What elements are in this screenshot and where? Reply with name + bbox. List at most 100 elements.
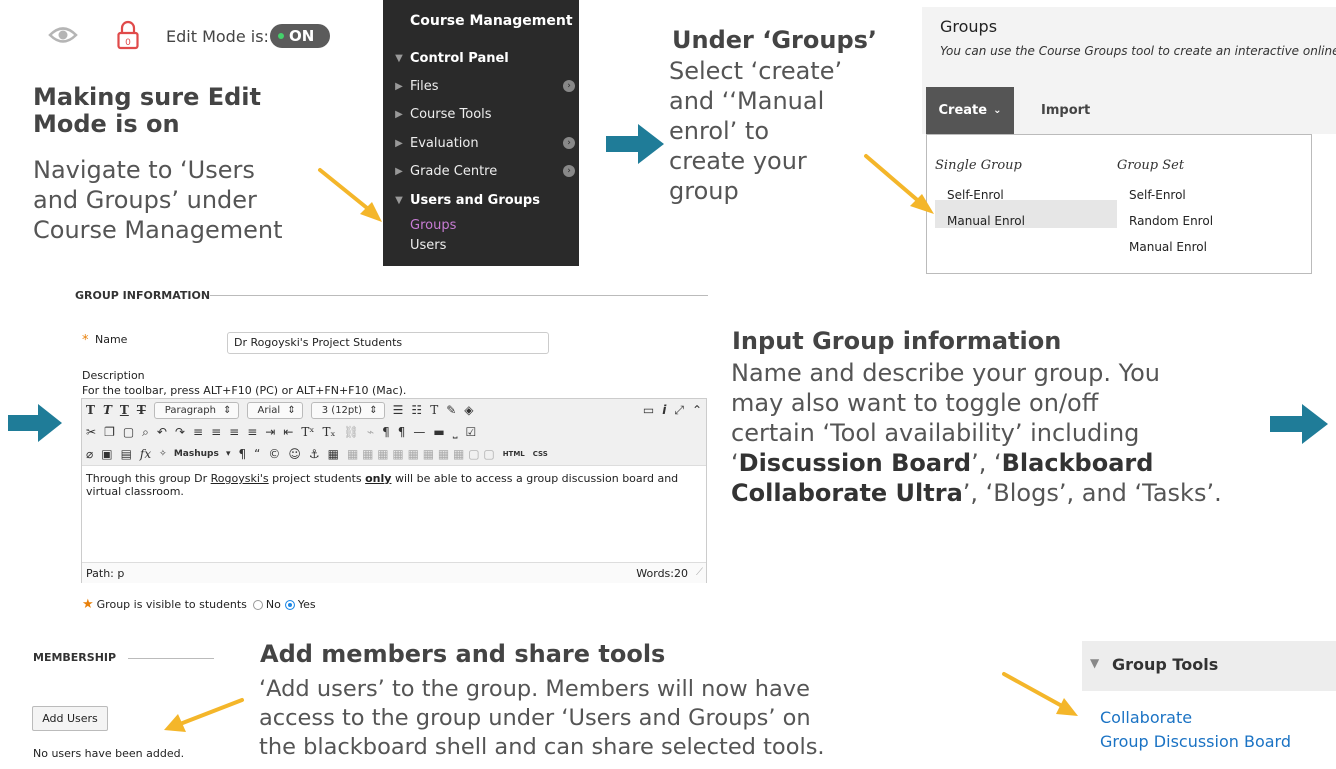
size-select[interactable]: 3 (12pt) ⇕ <box>310 401 385 419</box>
groups-header: Groups You can use the Course Groups too… <box>922 7 1336 87</box>
collaborate-link[interactable]: Collaborate <box>1100 708 1192 727</box>
edit-mode-toggle[interactable]: ON <box>270 24 330 48</box>
paragraph-select[interactable]: Paragraph ⇕ <box>153 401 239 419</box>
redo-icon[interactable]: ↷ <box>175 425 185 439</box>
editor-toolbar-row-2: ✂ ❐ ▢ ⌕ ↶ ↷ ≡ ≡ ≡ ≡ ⇥ ⇤ Tˣ Tₓ ⛓ ⌁ ¶ ¶ — … <box>82 421 706 444</box>
align-center-icon[interactable]: ≡ <box>211 425 221 439</box>
number-list-icon[interactable]: ☷ <box>411 403 422 417</box>
radio-yes[interactable] <box>284 599 295 610</box>
emoticon-icon[interactable]: ☺ <box>288 447 301 461</box>
attach-icon[interactable]: ⌀ <box>86 447 93 461</box>
eraser-icon[interactable]: ◈ <box>464 403 473 417</box>
nbsp-icon[interactable]: ⎵ <box>453 425 458 440</box>
edit-mode-body: Navigate to ‘Users and Groups’ under Cou… <box>33 156 283 244</box>
ltr-icon[interactable]: ¶ <box>382 425 390 439</box>
set-random-enrol[interactable]: Random Enrol <box>1129 214 1213 228</box>
input-body: Name and describe your group. You may al… <box>731 359 1222 507</box>
arrow-right-icon <box>8 404 62 442</box>
table-ops-icon[interactable]: ▦ ▦ ▦ ▦ ▦ ▦ ▦ ▦ ▢ ▢ <box>347 447 495 461</box>
lock-icon[interactable]: 0 <box>116 20 140 50</box>
quote-icon[interactable]: “ <box>254 447 260 461</box>
unlink-icon[interactable]: ⌁ <box>367 425 374 439</box>
name-input[interactable]: Dr Rogoyski's Project Students <box>227 332 549 354</box>
html-button[interactable]: HTML <box>503 450 525 458</box>
name-label: Name <box>95 333 128 346</box>
copy-icon[interactable]: ❐ <box>104 425 115 439</box>
bullet-list-icon[interactable]: ☰ <box>393 403 404 417</box>
formula-icon[interactable]: fx <box>140 447 151 461</box>
media-icon[interactable]: ▤ <box>121 447 132 461</box>
visibility-row: ★ Group is visible to students No Yes <box>82 597 316 612</box>
groups-description: You can use the Course Groups tool to cr… <box>940 44 1336 58</box>
link-icon[interactable]: ⛓ <box>344 425 359 439</box>
rtl-icon[interactable]: ¶ <box>398 425 406 439</box>
resize-handle-icon[interactable]: ⟋ <box>696 567 703 578</box>
editor-content[interactable]: Through this group Dr Rogoyski's project… <box>86 472 706 498</box>
cm-item-evaluation[interactable]: ▶ Evaluation › <box>391 133 575 153</box>
cm-item-course-tools[interactable]: ▶ Course Tools <box>391 104 575 124</box>
collapse-icon[interactable]: ⌃ <box>692 403 702 417</box>
yellow-arrow-4 <box>1002 672 1078 716</box>
yellow-arrow-2 <box>864 154 934 214</box>
single-manual-enrol[interactable]: Manual Enrol <box>947 214 1025 228</box>
cm-sub-users[interactable]: Users <box>410 238 446 253</box>
mashups-button[interactable]: ✧ Mashups ▾ <box>159 449 230 459</box>
subscript-icon[interactable]: Tₓ <box>323 425 336 439</box>
paragraph-mark-icon[interactable]: ¶ <box>238 447 246 461</box>
indent-icon[interactable]: ⇥ <box>265 425 275 439</box>
spellcheck-icon[interactable]: ☑ <box>466 425 477 439</box>
cm-item-grade-centre[interactable]: ▶ Grade Centre › <box>391 161 575 181</box>
group-discussion-board-link[interactable]: Group Discussion Board <box>1100 732 1291 751</box>
cm-item-users-and-groups[interactable]: ▼ Users and Groups <box>391 190 575 210</box>
no-users-text: No users have been added. <box>33 747 185 760</box>
import-button[interactable]: Import <box>1041 103 1090 118</box>
members-heading: Add members and share tools <box>260 640 666 668</box>
no-label: No <box>265 598 281 611</box>
set-manual-enrol[interactable]: Manual Enrol <box>1129 240 1207 254</box>
align-right-icon[interactable]: ≡ <box>229 425 239 439</box>
cut-icon[interactable]: ✂ <box>86 425 96 439</box>
font-select[interactable]: Arial ⇕ <box>246 401 303 419</box>
circle-arrow-icon[interactable]: › <box>563 80 575 92</box>
circle-arrow-icon[interactable]: › <box>563 137 575 149</box>
eye-slash-icon[interactable] <box>48 24 78 46</box>
triangle-down-icon: ▼ <box>1090 656 1100 670</box>
text-color-icon[interactable]: T <box>430 403 438 417</box>
preview-icon[interactable]: ▭ <box>643 403 654 417</box>
outdent-icon[interactable]: ⇤ <box>283 425 293 439</box>
image-icon[interactable]: ▣ <box>101 447 112 461</box>
align-justify-icon[interactable]: ≡ <box>247 425 257 439</box>
superscript-icon[interactable]: Tˣ <box>301 425 314 439</box>
bold-t-icon[interactable]: T <box>86 403 95 417</box>
table-icon[interactable]: ▦ <box>328 447 339 461</box>
group-tools-header[interactable]: ▼ Group Tools <box>1082 641 1336 691</box>
info-icon[interactable]: i <box>662 403 666 417</box>
align-left-icon[interactable]: ≡ <box>193 425 203 439</box>
copyright-icon[interactable]: © <box>268 447 280 461</box>
find-icon[interactable]: ⌕ <box>142 425 149 440</box>
fullscreen-icon[interactable]: ⤢ <box>674 403 684 418</box>
group-set-heading: Group Set <box>1117 158 1185 173</box>
highlight-icon[interactable]: ✎ <box>446 403 456 417</box>
yellow-arrow-1 <box>318 168 382 222</box>
description-editor[interactable]: T T T T Paragraph ⇕ Arial ⇕ 3 (12pt) ⇕ ☰… <box>81 398 707 583</box>
circle-arrow-icon[interactable]: › <box>563 165 575 177</box>
hr-icon[interactable]: — <box>413 425 425 439</box>
undo-icon[interactable]: ↶ <box>157 425 167 439</box>
paste-icon[interactable]: ▢ <box>123 425 134 439</box>
radio-no[interactable] <box>252 599 263 610</box>
yes-label: Yes <box>297 598 316 611</box>
underline-t-icon[interactable]: T <box>120 403 129 417</box>
create-button[interactable]: Create ⌄ <box>926 87 1014 134</box>
css-button[interactable]: CSS <box>533 450 548 458</box>
cm-item-control-panel[interactable]: ▼ Control Panel <box>391 48 575 68</box>
cm-item-files[interactable]: ▶ Files › <box>391 76 575 96</box>
add-users-button[interactable]: Add Users <box>32 706 108 731</box>
anchor-icon[interactable]: ⚓ <box>309 447 320 461</box>
strike-t-icon[interactable]: T <box>137 403 146 417</box>
italic-t-icon[interactable]: T <box>103 403 112 417</box>
cm-sub-groups[interactable]: Groups <box>410 218 456 233</box>
hr-thick-icon[interactable]: ▬ <box>433 425 444 439</box>
set-self-enrol[interactable]: Self-Enrol <box>1129 188 1186 202</box>
toggle-status-dot <box>278 33 284 39</box>
